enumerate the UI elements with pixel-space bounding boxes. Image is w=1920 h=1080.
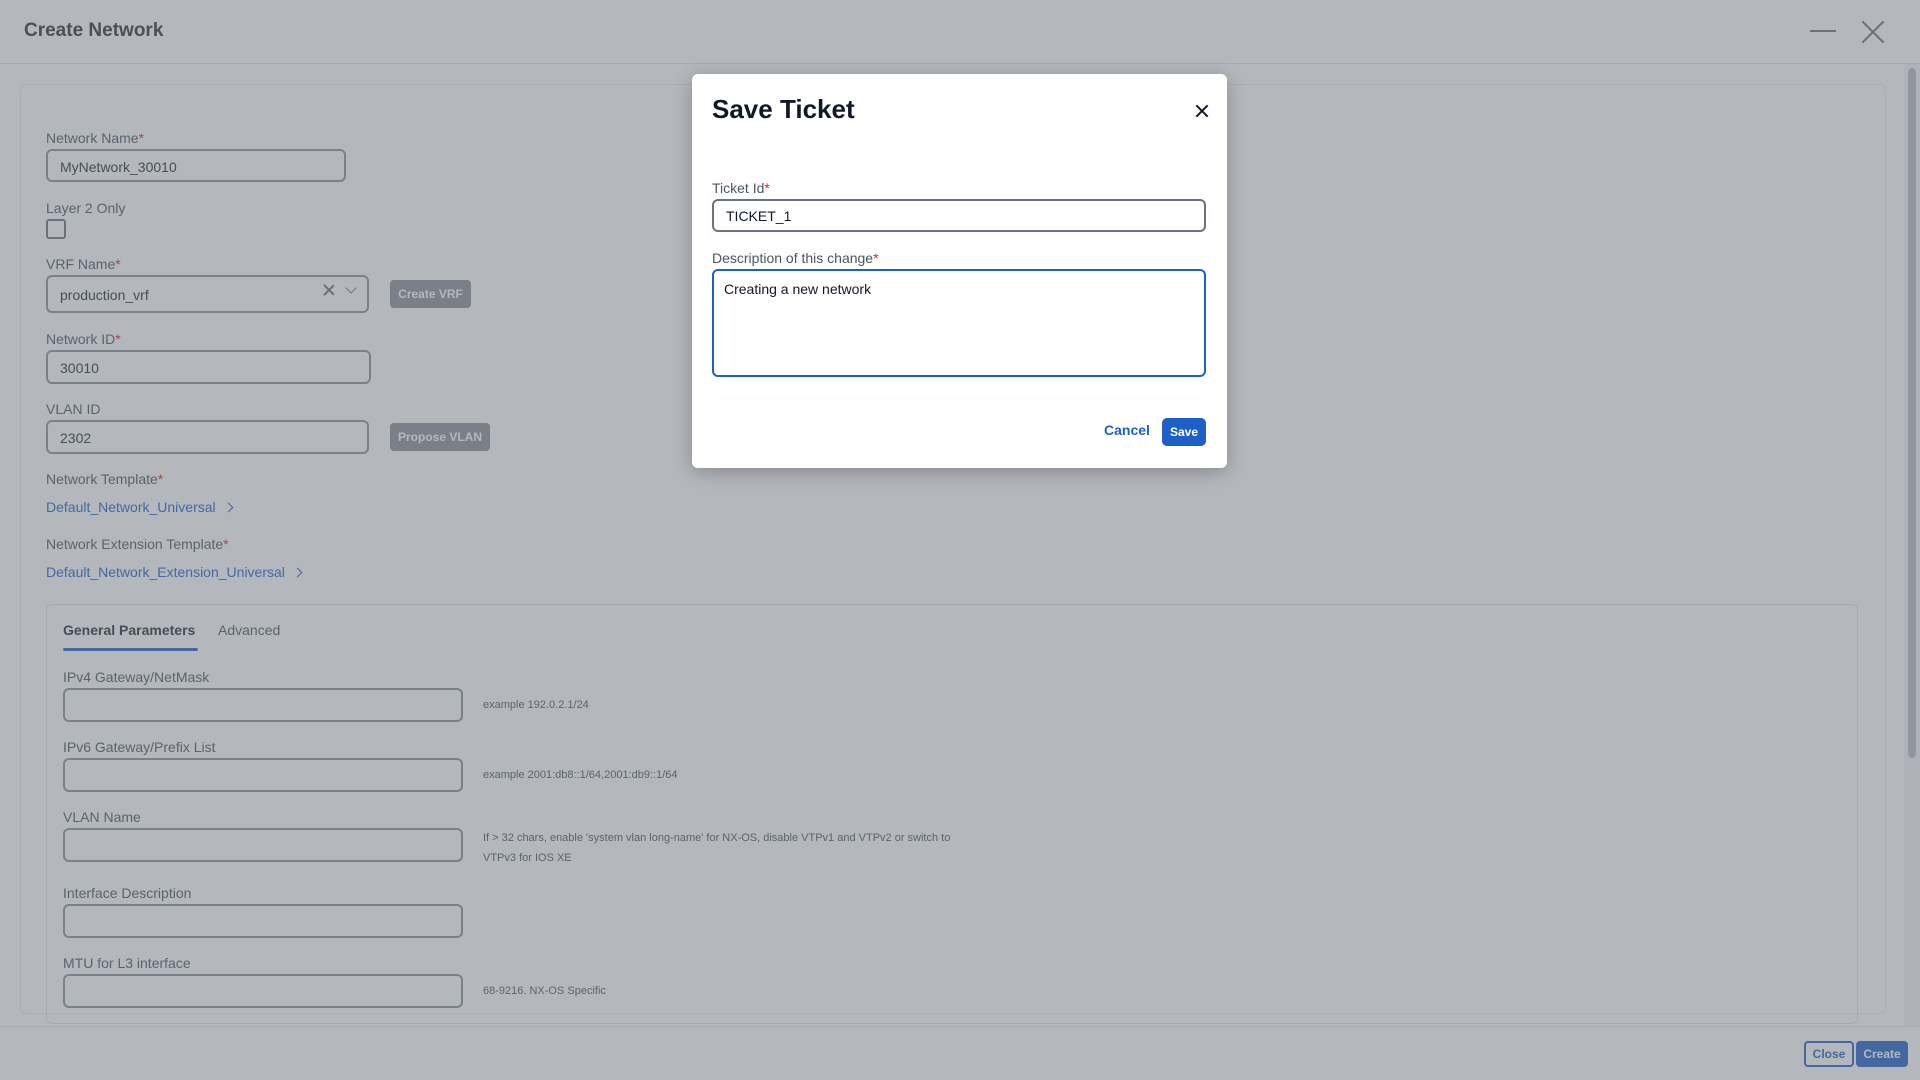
description-textarea[interactable]: Creating a new network <box>712 269 1206 377</box>
ticket-id-input[interactable]: TICKET_1 <box>712 199 1206 232</box>
save-ticket-dialog: Save Ticket Ticket Id* TICKET_1 Descript… <box>692 74 1227 468</box>
save-button[interactable]: Save <box>1162 418 1206 446</box>
description-label: Description of this change* <box>712 250 879 266</box>
close-icon[interactable] <box>1195 104 1209 118</box>
dialog-title: Save Ticket <box>712 94 855 124</box>
cancel-button[interactable]: Cancel <box>1104 422 1150 438</box>
ticket-id-label: Ticket Id* <box>712 180 770 196</box>
